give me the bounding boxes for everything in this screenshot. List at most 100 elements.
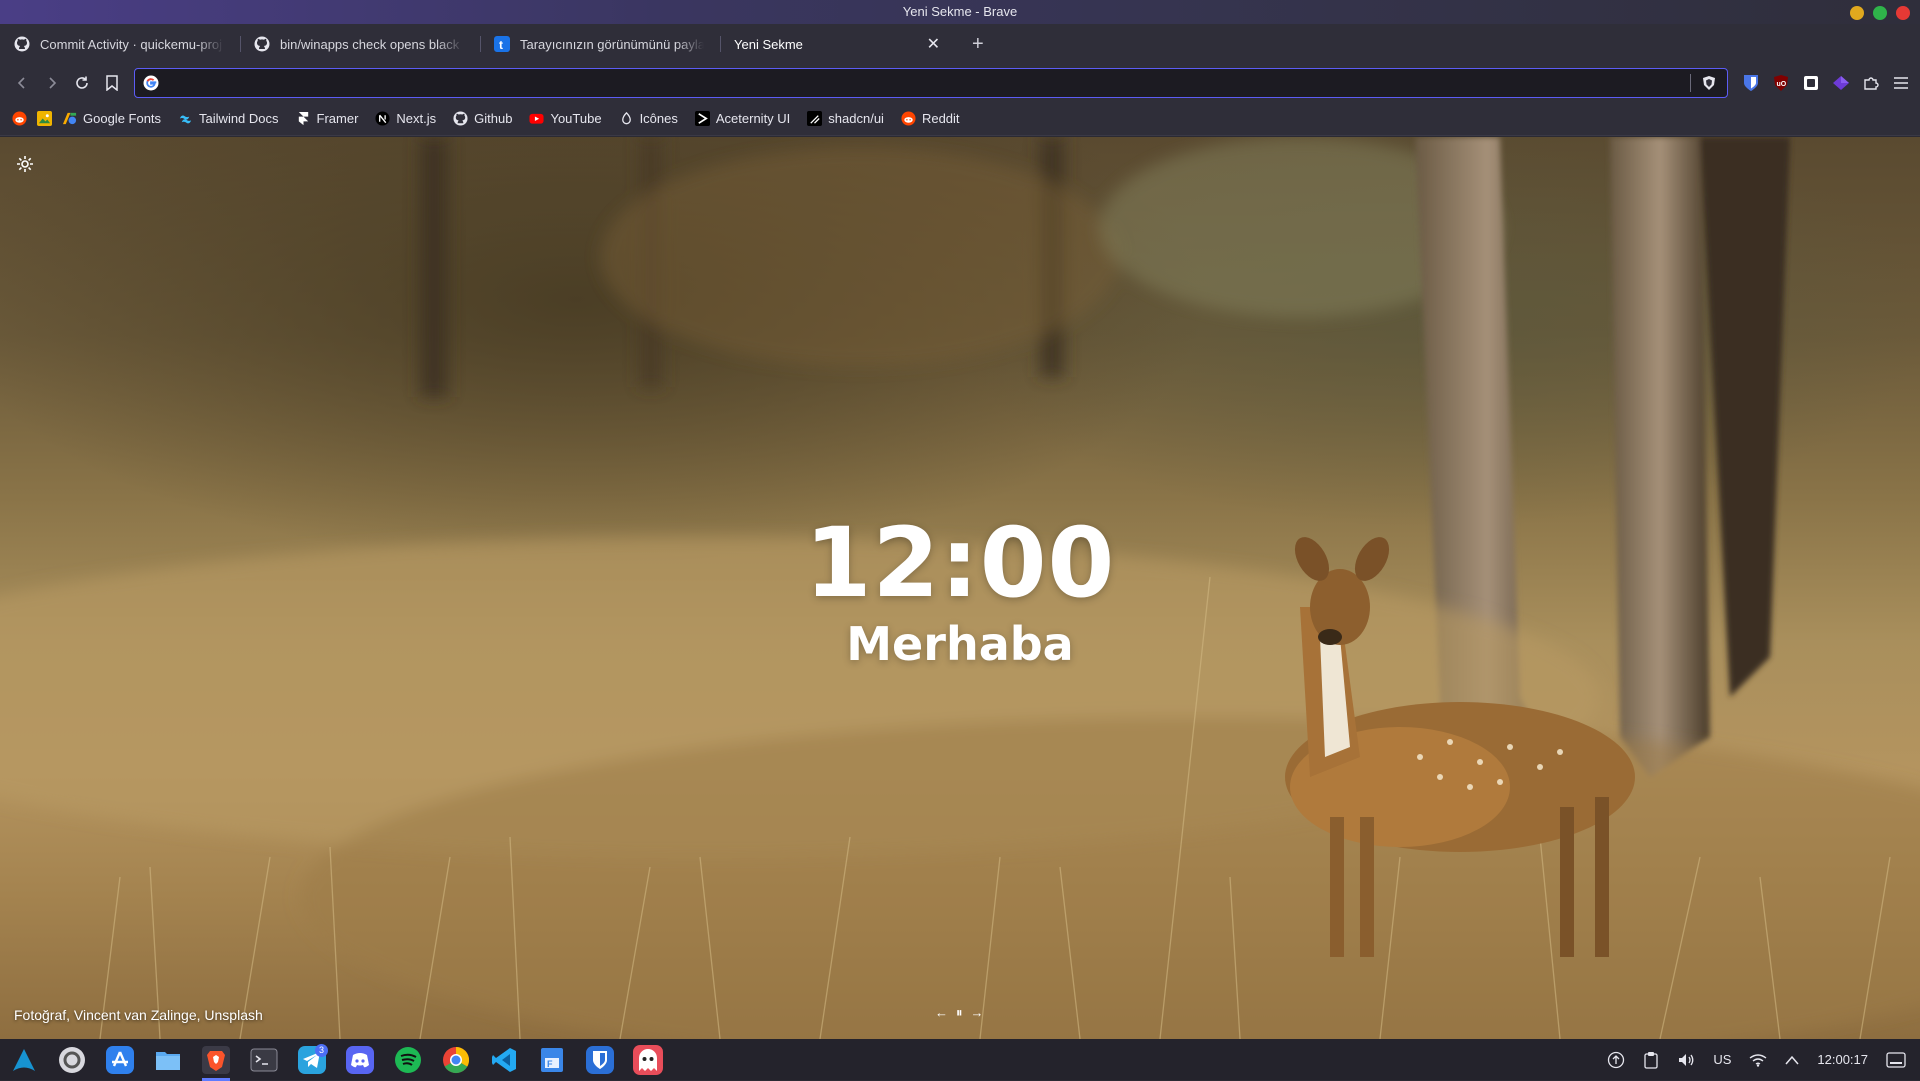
next-photo-icon[interactable]: →	[971, 1005, 984, 1021]
bookmark-reddit-alt[interactable]	[12, 111, 27, 126]
youtube-icon	[529, 113, 544, 124]
taskbar-spotify[interactable]	[390, 1042, 426, 1078]
bookmark-youtube[interactable]: YouTube	[529, 111, 602, 126]
google-icon	[143, 75, 159, 91]
arch-launcher-icon	[13, 1048, 35, 1071]
navigation-toolbar: uO	[0, 64, 1920, 102]
bookmark-button[interactable]	[97, 68, 127, 98]
taskbar-vscode[interactable]	[486, 1042, 522, 1078]
taskbar-telegram[interactable]: 3	[294, 1042, 330, 1078]
tab-title: Commit Activity · quickemu-proj	[40, 36, 223, 52]
tab-new-tab[interactable]: Yeni Sekme ✕	[720, 24, 956, 64]
taskbar-terminal[interactable]	[246, 1042, 282, 1078]
bookmark-framer[interactable]: Framer	[296, 111, 359, 126]
tab-commit-activity[interactable]: Commit Activity · quickemu-proj	[0, 24, 240, 64]
forward-button[interactable]	[37, 68, 67, 98]
keyboard-layout-indicator[interactable]: US	[1713, 1052, 1731, 1067]
discord-icon	[346, 1045, 374, 1074]
bookmark-icon	[106, 75, 118, 91]
back-button[interactable]	[7, 68, 37, 98]
nextjs-icon	[375, 111, 390, 126]
vscode-icon	[492, 1047, 516, 1072]
photo-credit[interactable]: Fotoğraf, Vincent van Zalinge, Unsplash	[14, 1007, 263, 1023]
extension-square-icon[interactable]	[1802, 74, 1820, 92]
bookmark-icones[interactable]: Icônes	[619, 111, 678, 126]
bookmark-tailwind-docs[interactable]: Tailwind Docs	[178, 111, 279, 126]
close-window-button[interactable]	[1896, 6, 1910, 20]
arrow-right-icon	[49, 77, 57, 89]
bookmark-shadcn-ui[interactable]: shadcn/ui	[807, 111, 884, 126]
bookmark-reddit[interactable]: Reddit	[901, 111, 960, 126]
app-store-icon	[106, 1045, 134, 1074]
system-taskbar: 3 F US 12:00:17	[0, 1039, 1920, 1081]
bitwarden-icon[interactable]	[1742, 74, 1760, 92]
svg-text:t: t	[499, 38, 503, 52]
bookmark-label: Tailwind Docs	[199, 111, 279, 126]
bookmark-github[interactable]: Github	[453, 111, 512, 126]
bookmark-nextjs[interactable]: Next.js	[375, 111, 436, 126]
taskbar-settings[interactable]	[54, 1042, 90, 1078]
puzzle-icon[interactable]	[1862, 74, 1880, 92]
menu-icon[interactable]	[1892, 74, 1910, 92]
reddit-icon	[12, 111, 27, 126]
show-desktop-icon[interactable]	[1886, 1051, 1906, 1068]
taskbar-app-store[interactable]	[102, 1042, 138, 1078]
github-icon	[453, 111, 468, 126]
new-tab-page: 12:00 Merhaba Fotoğraf, Vincent van Zali…	[0, 137, 1920, 1039]
taskbar-files[interactable]	[150, 1042, 186, 1078]
minimize-button[interactable]	[1850, 6, 1864, 20]
bookmark-image[interactable]	[37, 111, 52, 126]
ghost-app-icon	[633, 1044, 663, 1075]
update-icon[interactable]	[1607, 1051, 1625, 1069]
maximize-button[interactable]	[1873, 6, 1887, 20]
window-titlebar: Yeni Sekme - Brave	[0, 0, 1920, 24]
ublock-icon[interactable]: uO	[1772, 74, 1790, 92]
volume-icon[interactable]	[1677, 1052, 1695, 1068]
close-tab-icon[interactable]: ✕	[927, 34, 940, 54]
bookmark-label: YouTube	[550, 111, 602, 126]
bookmark-google-fonts[interactable]: Google Fonts	[62, 111, 161, 126]
brave-shields-icon[interactable]	[1701, 75, 1717, 91]
bookmark-aceternity-ui[interactable]: Aceternity UI	[694, 111, 791, 126]
taskbar-brave[interactable]	[198, 1042, 234, 1081]
window-controls	[1850, 6, 1910, 20]
tab-winapps-issue[interactable]: bin/winapps check opens black	[240, 24, 480, 64]
arch-launcher-button[interactable]	[6, 1042, 42, 1078]
bookmark-label: Github	[474, 111, 513, 126]
shadcn-icon	[807, 111, 823, 126]
pause-photo-icon[interactable]: ⏸	[956, 1005, 963, 1021]
prev-photo-icon[interactable]: ←	[935, 1005, 948, 1021]
address-bar[interactable]	[134, 68, 1728, 98]
system-clock[interactable]: 12:00:17	[1817, 1052, 1868, 1067]
reload-button[interactable]	[67, 68, 97, 98]
taskbar-writer[interactable]: F	[534, 1042, 570, 1078]
gear-icon[interactable]	[16, 155, 34, 173]
purple-gem-icon[interactable]	[1832, 74, 1850, 92]
writer-icon: F	[541, 1047, 563, 1072]
greeting-text: Merhaba	[846, 617, 1074, 671]
bitwarden-app-icon	[586, 1045, 614, 1074]
chevron-up-icon[interactable]	[1785, 1055, 1799, 1065]
new-tab-button[interactable]: +	[972, 33, 984, 56]
wifi-icon[interactable]	[1749, 1053, 1767, 1067]
files-icon	[156, 1051, 180, 1070]
taskbar-ghost-app[interactable]	[630, 1042, 666, 1078]
taskbar-discord[interactable]	[342, 1042, 378, 1078]
bookmark-label: Aceternity UI	[715, 111, 791, 126]
telegram-unread-badge: 3	[315, 1043, 328, 1057]
github-icon	[254, 36, 270, 52]
tab-tumblr-share[interactable]: t Tarayıcınızın görünümünü paylaş	[480, 24, 720, 64]
taskbar-bitwarden[interactable]	[582, 1042, 618, 1078]
google-fonts-icon	[62, 112, 77, 125]
clipboard-icon[interactable]	[1643, 1051, 1659, 1069]
spotify-icon	[395, 1046, 421, 1073]
bookmark-label: Google Fonts	[83, 111, 162, 126]
photo-navigation: ← ⏸ →	[935, 1005, 984, 1021]
address-input[interactable]	[165, 74, 1690, 92]
tab-title: bin/winapps check opens black	[280, 36, 460, 52]
bookmark-label: Framer	[316, 111, 359, 126]
bookmark-label: Reddit	[921, 111, 960, 126]
taskbar-chrome[interactable]	[438, 1042, 474, 1078]
bookmarks-bar: Google Fonts Tailwind Docs Framer Next.j…	[0, 102, 1920, 136]
aceternity-icon	[694, 111, 710, 126]
